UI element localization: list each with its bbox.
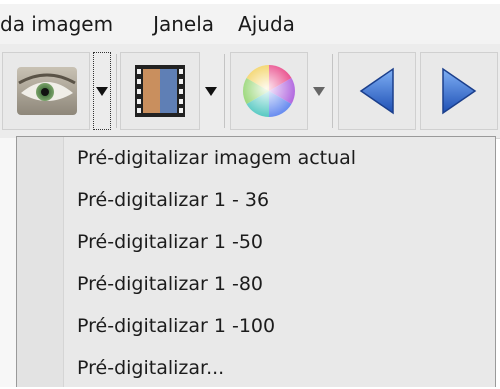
preview-button[interactable]	[2, 52, 90, 130]
toolbar-separator	[332, 54, 333, 128]
film-strip-icon	[135, 65, 185, 117]
color-wheel-icon	[243, 65, 295, 117]
previous-button[interactable]	[338, 52, 416, 130]
color-dropdown-button[interactable]	[310, 52, 328, 130]
menu-item-prescan-1-100[interactable]: Pré-digitalizar 1 -100	[77, 305, 275, 347]
menu-bar: da imagem Janela Ajuda	[0, 4, 500, 44]
menu-item-help[interactable]: Ajuda	[238, 4, 307, 44]
film-dropdown-button[interactable]	[202, 52, 220, 130]
arrow-left-icon	[359, 67, 394, 115]
toolbar-separator	[116, 54, 117, 128]
side-strip	[0, 138, 17, 387]
preview-dropdown-button[interactable]	[93, 52, 111, 130]
toolbar	[0, 44, 500, 139]
menu-item-image[interactable]: da imagem	[0, 4, 153, 44]
eye-preview-icon	[17, 67, 77, 115]
chevron-down-icon	[313, 86, 325, 96]
menu-item-prescan-more[interactable]: Pré-digitalizar...	[77, 347, 224, 389]
menu-item-prescan-current[interactable]: Pré-digitalizar imagem actual	[77, 137, 356, 179]
menu-item-window[interactable]: Janela	[153, 4, 238, 44]
menu-item-prescan-1-50[interactable]: Pré-digitalizar 1 -50	[77, 221, 263, 263]
chevron-down-icon	[205, 86, 217, 96]
film-button[interactable]	[120, 52, 200, 130]
arrow-right-icon	[442, 67, 477, 115]
menu-item-prescan-1-36[interactable]: Pré-digitalizar 1 - 36	[77, 179, 269, 221]
prescan-dropdown-menu: Pré-digitalizar imagem actual Pré-digita…	[16, 136, 496, 387]
menu-icon-gutter	[17, 137, 64, 387]
menu-item-prescan-1-80[interactable]: Pré-digitalizar 1 -80	[77, 263, 263, 305]
toolbar-separator	[224, 54, 225, 128]
next-button[interactable]	[420, 52, 498, 130]
color-button[interactable]	[230, 52, 308, 130]
chevron-down-icon	[96, 86, 108, 96]
